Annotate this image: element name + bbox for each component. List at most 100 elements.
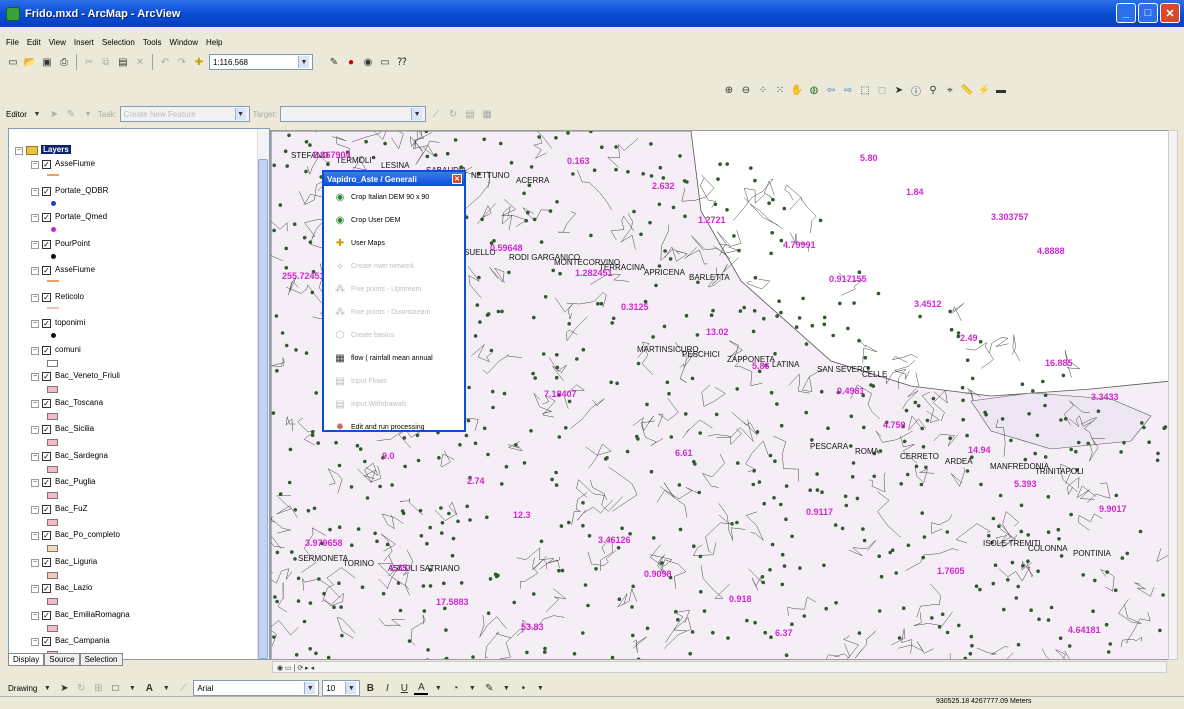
layer-visibility-checkbox[interactable]: ✓ xyxy=(42,292,51,302)
menu-file[interactable]: File xyxy=(6,38,19,47)
catalog-icon[interactable]: ◉ xyxy=(361,55,375,69)
layer-visibility-checkbox[interactable]: ✓ xyxy=(42,451,51,461)
fixed-zoom-in-icon[interactable]: ⁘ xyxy=(756,83,770,97)
toc-layer-row[interactable]: − ✓ Bac_Sicilia xyxy=(31,424,94,450)
new-icon[interactable]: ▭ xyxy=(6,55,20,69)
collapse-icon[interactable]: − xyxy=(31,532,39,540)
menu-view[interactable]: View xyxy=(49,38,66,47)
tab-source[interactable]: Source xyxy=(44,653,80,666)
open-icon[interactable]: 📂 xyxy=(23,55,37,69)
collapse-icon[interactable]: − xyxy=(31,505,39,514)
layer-visibility-checkbox[interactable]: ✓ xyxy=(42,425,51,434)
editor-dropdown-icon[interactable]: ▼ xyxy=(30,107,44,121)
find-icon[interactable]: ⚲ xyxy=(926,83,940,97)
command-line-icon[interactable]: ▭ xyxy=(378,55,392,69)
font-combo[interactable]: Arial ▼ xyxy=(193,680,320,696)
toc-layer-row[interactable]: − ✓ Reticolo xyxy=(31,292,84,318)
dialog-item-flow-rainfall-mean-annual[interactable]: ▦ flow ( rainfall mean annual xyxy=(324,347,464,370)
zoom-in-icon[interactable]: ⊕ xyxy=(722,83,736,97)
layer-visibility-checkbox[interactable]: ✓ xyxy=(42,319,51,328)
toc-layer-row[interactable]: − ✓ comuni xyxy=(31,345,81,371)
menu-window[interactable]: Window xyxy=(170,38,198,47)
measure-icon[interactable]: 📏 xyxy=(960,83,974,97)
select-elements-draw-icon[interactable]: ➤ xyxy=(57,681,71,695)
layer-visibility-checkbox[interactable]: ✓ xyxy=(42,266,51,275)
fill-dropdown-icon[interactable]: ▼ xyxy=(465,681,479,695)
menu-tools[interactable]: Tools xyxy=(143,38,162,47)
map-vertical-scrollbar[interactable] xyxy=(1168,130,1178,660)
select-features-icon[interactable]: ⬚ xyxy=(858,83,872,97)
menu-edit[interactable]: Edit xyxy=(27,38,41,47)
collapse-icon[interactable]: − xyxy=(31,452,39,461)
collapse-icon[interactable]: − xyxy=(31,426,39,434)
toc-layer-row[interactable]: − ✓ Portate_QDBR xyxy=(31,186,108,212)
rectangle-icon[interactable]: □ xyxy=(108,681,122,695)
close-button[interactable]: ✕ xyxy=(1160,3,1180,23)
layer-visibility-checkbox[interactable]: ✓ xyxy=(42,186,51,196)
collapse-icon[interactable]: − xyxy=(31,611,39,620)
toc-layer-row[interactable]: − ✓ Bac_Po_completo xyxy=(31,530,120,556)
zoom-whole-page-icon[interactable]: ⊞ xyxy=(91,681,105,695)
target-combo[interactable]: ▼ xyxy=(280,106,427,122)
redo-icon[interactable]: ↷ xyxy=(175,55,189,69)
full-extent-icon[interactable]: ◍ xyxy=(807,83,821,97)
toc-layer-row[interactable]: − ✓ AsseFiume xyxy=(31,265,95,291)
toc-layer-row[interactable]: − ✓ Bac_FuZ xyxy=(31,504,87,530)
rotate-tool-icon[interactable]: ↻ xyxy=(446,107,460,121)
toc-layer-row[interactable]: − ✓ Bac_Puglia xyxy=(31,477,95,503)
dialog-item-create-river-network[interactable]: ⟡ Create river network xyxy=(324,255,464,278)
marker-dropdown-icon[interactable]: ▼ xyxy=(533,681,547,695)
collapse-icon[interactable]: − xyxy=(31,267,39,275)
collapse-icon[interactable]: − xyxy=(31,373,39,381)
layout-view-buttons[interactable]: ◉ ▭ | ⟳ ▸ ◂ xyxy=(273,665,314,672)
font-size-combo[interactable]: 10 ▼ xyxy=(322,680,361,696)
fill-color-icon[interactable]: ◔ xyxy=(448,681,462,695)
collapse-icon[interactable]: − xyxy=(31,240,39,249)
menu-selection[interactable]: Selection xyxy=(102,38,135,47)
dialog-item-create-basins[interactable]: ⬡ Create basins xyxy=(324,324,464,347)
tab-display[interactable]: Display xyxy=(8,653,45,666)
identify-icon[interactable]: ⓘ xyxy=(909,83,923,98)
clear-selection-icon[interactable]: ◻ xyxy=(875,83,889,97)
collapse-icon[interactable]: − xyxy=(31,214,39,222)
dialog-item-crop-user-dem[interactable]: ◉ Crop User DEM xyxy=(324,209,464,232)
toc-layer-row[interactable]: − ✓ Bac_Lazio xyxy=(31,583,92,609)
dialog-item-five-points-downstream[interactable]: ⁂ Five points - Downstream xyxy=(324,301,464,324)
whats-this-icon[interactable]: ⁇ xyxy=(395,55,409,69)
toc-layer-row[interactable]: − ✓ AsseFiume xyxy=(31,159,95,185)
toc-layer-row[interactable]: − ✓ PourPoint xyxy=(31,239,90,265)
line-dropdown-icon[interactable]: ▼ xyxy=(499,681,513,695)
layer-visibility-checkbox[interactable]: ✓ xyxy=(42,504,51,514)
task-combo[interactable]: Create New Feature ▼ xyxy=(119,106,250,122)
print-icon[interactable]: ⎙ xyxy=(57,55,71,69)
split-tool-icon[interactable]: ⟋ xyxy=(429,107,443,121)
shape-dropdown-icon[interactable]: ▼ xyxy=(125,681,139,695)
collapse-icon[interactable]: − xyxy=(15,147,23,155)
collapse-icon[interactable]: − xyxy=(31,293,39,302)
layer-visibility-checkbox[interactable]: ✓ xyxy=(42,160,51,169)
toc-layer-row[interactable]: − ✓ Bac_Sardegna xyxy=(31,451,108,477)
maximize-button[interactable]: □ xyxy=(1138,3,1158,23)
map-horizontal-scrollbar[interactable]: ◉ ▭ | ⟳ ▸ ◂ xyxy=(272,661,1167,673)
drawing-dropdown-icon[interactable]: ▼ xyxy=(40,681,54,695)
collapse-icon[interactable]: − xyxy=(31,585,39,593)
delete-icon[interactable]: ✕ xyxy=(133,55,147,69)
forward-icon[interactable]: ⇨ xyxy=(841,83,855,97)
sketch-properties-icon[interactable]: ▦ xyxy=(480,107,494,121)
collapse-icon[interactable]: − xyxy=(31,479,39,487)
marker-color-icon[interactable]: • xyxy=(516,681,530,695)
new-text-icon[interactable]: A xyxy=(142,681,156,695)
minimize-button[interactable]: _ xyxy=(1116,3,1136,23)
text-dropdown-icon[interactable]: ▼ xyxy=(159,681,173,695)
layer-visibility-checkbox[interactable]: ✓ xyxy=(42,372,51,381)
undo-icon[interactable]: ↶ xyxy=(158,55,172,69)
toc-layer-row[interactable]: − ✓ Portate_Qmed xyxy=(31,212,107,238)
layer-visibility-checkbox[interactable]: ✓ xyxy=(42,239,51,249)
dialog-close-button[interactable]: ✕ xyxy=(452,174,462,184)
layer-visibility-checkbox[interactable]: ✓ xyxy=(42,557,51,567)
dialog-item-input-flows[interactable]: ▤ Input Flows xyxy=(324,370,464,393)
toc-layer-row[interactable]: − ✓ Bac_EmiliaRomagna xyxy=(31,610,130,636)
select-elements-icon[interactable]: ➤ xyxy=(892,83,906,97)
layer-visibility-checkbox[interactable]: ✓ xyxy=(42,531,51,540)
save-icon[interactable]: ▣ xyxy=(40,55,54,69)
